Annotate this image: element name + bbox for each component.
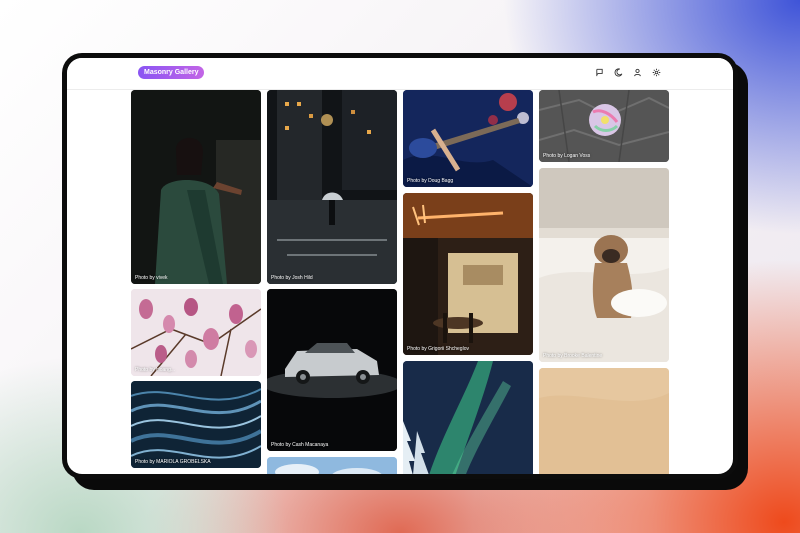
flag-icon [595,68,603,76]
photo-card[interactable]: Photo by Brooke Balentine [539,168,669,362]
photo-sky-partial [267,457,397,474]
masonry-gallery: Photo by vivek Photo by Hoang... Photo b… [131,90,677,474]
photo-beige-texture [539,368,669,474]
photo-caption: Photo by Grigorii Shcheglov [407,346,469,352]
photo-crumpled-paper-sticker [539,90,669,162]
flag-button[interactable] [592,65,606,79]
photo-card[interactable]: Photo by Doug Bagg [403,90,533,187]
photo-caption: Photo by MARIOLA GROBELSKA [135,459,211,465]
photo-card[interactable] [267,457,397,474]
photo-pug-on-bed [539,168,669,362]
settings-button[interactable] [649,65,663,79]
laptop-frame: Masonry Gallery Photo by vivek Photo by … [62,53,738,479]
photo-caption: Photo by vivek [135,275,168,281]
photo-neon-cafe [403,193,533,355]
photo-caption: Photo by Josh Hild [271,275,313,281]
photo-card[interactable] [403,361,533,474]
top-bar: Masonry Gallery [67,58,733,90]
brand-logo[interactable]: Masonry Gallery [138,66,205,79]
photo-card[interactable] [539,368,669,474]
photo-blue-abstract-fibers [131,381,261,468]
app-screen: Masonry Gallery Photo by vivek Photo by … [67,58,733,474]
photo-magnolia-blossoms [131,289,261,376]
photo-card[interactable]: Photo by Hoang... [131,289,261,376]
photo-vintage-car [267,289,397,451]
photo-aurora-over-trees [403,361,533,474]
photo-card[interactable]: Photo by Cash Macanaya [267,289,397,451]
dark-mode-toggle[interactable] [611,65,625,79]
photo-card[interactable]: Photo by vivek [131,90,261,284]
photo-caption: Photo by Doug Bagg [407,178,454,184]
profile-button[interactable] [630,65,644,79]
photo-guitar-player [403,90,533,187]
photo-caption: Photo by Hoang... [135,367,176,373]
photo-card[interactable]: Photo by Grigorii Shcheglov [403,193,533,355]
user-icon [633,68,641,76]
photo-rainy-night-street [267,90,397,284]
gear-icon [652,68,660,76]
photo-card[interactable]: Photo by MARIOLA GROBELSKA [131,381,261,468]
photo-caption: Photo by Logan Voss [543,153,591,159]
photo-card[interactable]: Photo by Josh Hild [267,90,397,284]
photo-caption: Photo by Brooke Balentine [543,353,603,359]
photo-caption: Photo by Cash Macanaya [271,442,329,448]
moon-icon [614,67,622,76]
photo-card[interactable]: Photo by Logan Voss [539,90,669,162]
photo-woman-in-saree [131,90,261,284]
